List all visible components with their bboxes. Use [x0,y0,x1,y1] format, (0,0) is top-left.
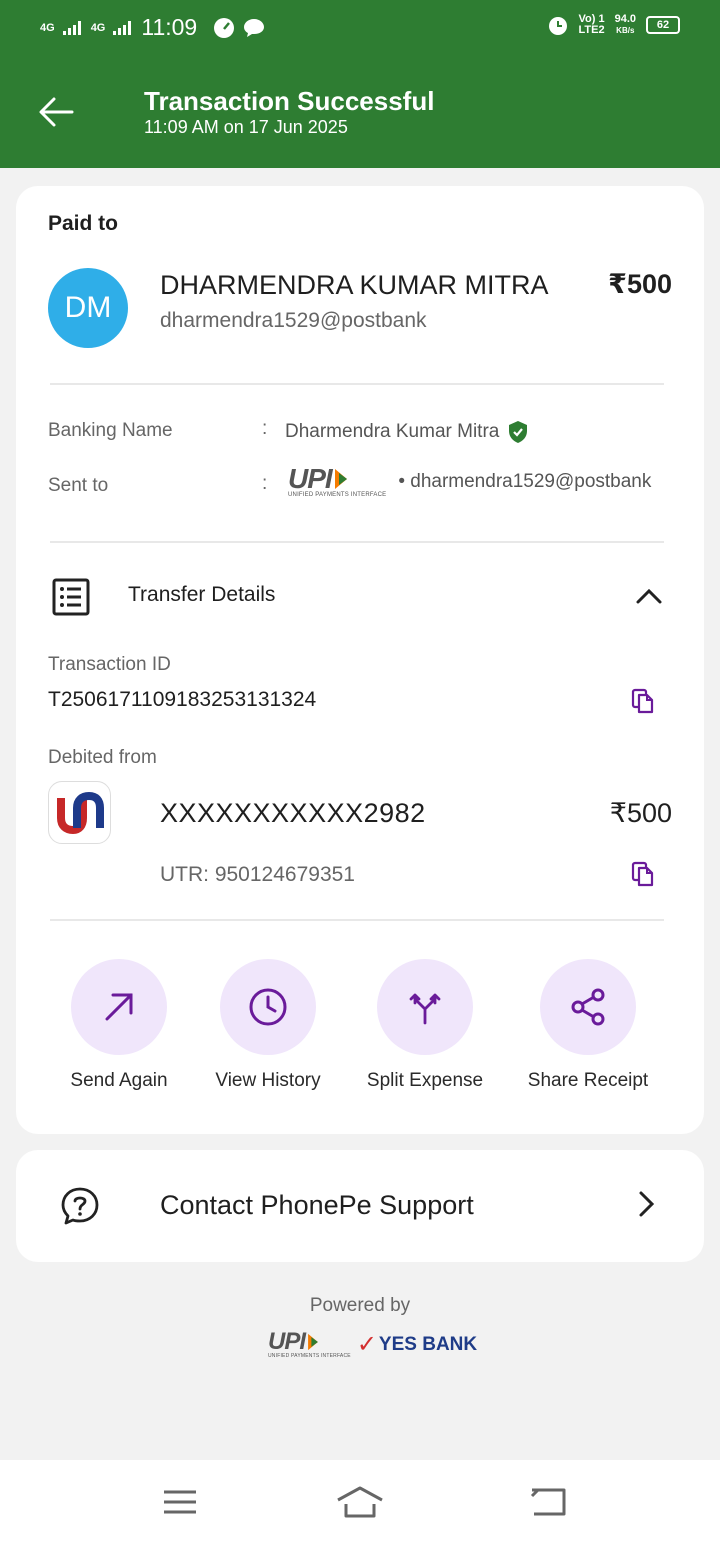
sent-to-upi-id: • dharmendra1529@postbank [398,471,652,492]
view-history-label: View History [215,1070,321,1091]
transaction-id-label: Transaction ID [48,654,171,675]
share-icon [571,988,605,1026]
banking-name-value: Dharmendra Kumar Mitra [285,421,500,442]
split-expense-button[interactable]: Split Expense [350,959,500,1092]
signal-1-label: 4G [40,21,55,34]
account-number: XXXXXXXXXXX2982 [160,798,426,828]
signal-bars-2-icon [113,20,132,35]
payee-name: DHARMENDRA KUMAR MITRA [160,270,549,300]
payment-amount: ₹500 [608,269,672,299]
debited-from-label: Debited from [48,747,157,768]
gauge-icon [214,17,235,38]
divider [50,919,664,921]
chevron-up-icon[interactable] [634,582,664,612]
back-arrow-icon[interactable] [38,94,74,130]
clock-icon [249,988,287,1026]
transaction-timestamp: 11:09 AM on 17 Jun 2025 [144,117,348,137]
arrow-up-right-icon [105,993,133,1021]
divider [50,383,664,385]
union-bank-logo [48,781,111,844]
yes-bank-logo: ✓ YES BANK [356,1331,478,1358]
partner-logos: UPI UNIFIED PAYMENTS INTERFACE ✓ YES BANK [268,1327,478,1359]
signal-2-label: 4G [90,21,106,34]
net-speed: 94.0 [614,13,636,25]
footer-upi-text: UPI [268,1327,306,1355]
view-history-button[interactable]: View History [193,959,343,1092]
receipt-list-icon [52,578,90,616]
sent-to-label: Sent to [48,475,109,496]
system-nav-bar [0,1460,720,1544]
powered-by-label: Powered by [309,1295,411,1316]
avatar: DM [48,268,128,348]
payee-upi-id: dharmendra1529@postbank [160,309,427,332]
back-icon[interactable] [528,1482,568,1522]
status-bar: 4G 4G 11:09 Vo) 1 LTE2 94.0 KB/s 62 [40,12,680,44]
lte-label: LTE2 [578,24,605,36]
copy-icon[interactable] [630,861,656,887]
yes-bank-text: YES BANK [378,1333,478,1355]
colon: : [262,418,268,439]
status-time: 11:09 [141,14,198,40]
upi-logo: UPI UNIFIED PAYMENTS INTERFACE [288,463,387,499]
alarm-icon [548,17,567,35]
split-expense-label: Split Expense [366,1070,484,1091]
split-icon [409,993,441,1025]
transaction-id-value: T2506171109183253131324 [48,688,317,711]
send-again-label: Send Again [70,1070,168,1091]
battery-level: 62 [656,18,670,31]
upi-logo-text: UPI [288,463,333,494]
page-title: Transaction Successful [144,86,435,116]
paid-to-label: Paid to [48,212,119,235]
copy-icon[interactable] [630,688,656,714]
chevron-right-icon [639,1191,655,1217]
upi-logo: UPI UNIFIED PAYMENTS INTERFACE [268,1327,351,1359]
verified-shield-icon [509,421,528,443]
chat-icon [244,18,265,37]
signal-bars-icon [62,20,81,35]
contact-support-row[interactable]: Contact PhonePe Support [16,1150,704,1262]
colon: : [262,473,268,494]
upi-logo-caption: UNIFIED PAYMENTS INTERFACE [288,492,387,498]
menu-icon[interactable] [160,1482,200,1522]
transfer-details-label[interactable]: Transfer Details [128,583,275,607]
home-icon[interactable] [336,1482,384,1522]
header: 4G 4G 11:09 Vo) 1 LTE2 94.0 KB/s 62 Tran… [0,0,720,168]
banking-name-label: Banking Name [48,420,173,441]
transaction-card: Paid to DM DHARMENDRA KUMAR MITRA dharme… [16,186,704,1134]
send-again-button[interactable]: Send Again [44,959,194,1092]
debited-amount: ₹500 [609,798,672,828]
avatar-initials: DM [64,291,112,324]
help-chat-icon [61,1187,99,1225]
divider [50,541,664,543]
share-receipt-label: Share Receipt [527,1070,649,1091]
contact-support-label: Contact PhonePe Support [160,1190,474,1220]
upi-logo-caption: UNIFIED PAYMENTS INTERFACE [268,1352,351,1359]
utr-number: UTR: 950124679351 [160,863,355,886]
share-receipt-button[interactable]: Share Receipt [513,959,663,1092]
net-speed-unit: KB/s [616,26,635,35]
battery-icon: 62 [646,16,680,34]
